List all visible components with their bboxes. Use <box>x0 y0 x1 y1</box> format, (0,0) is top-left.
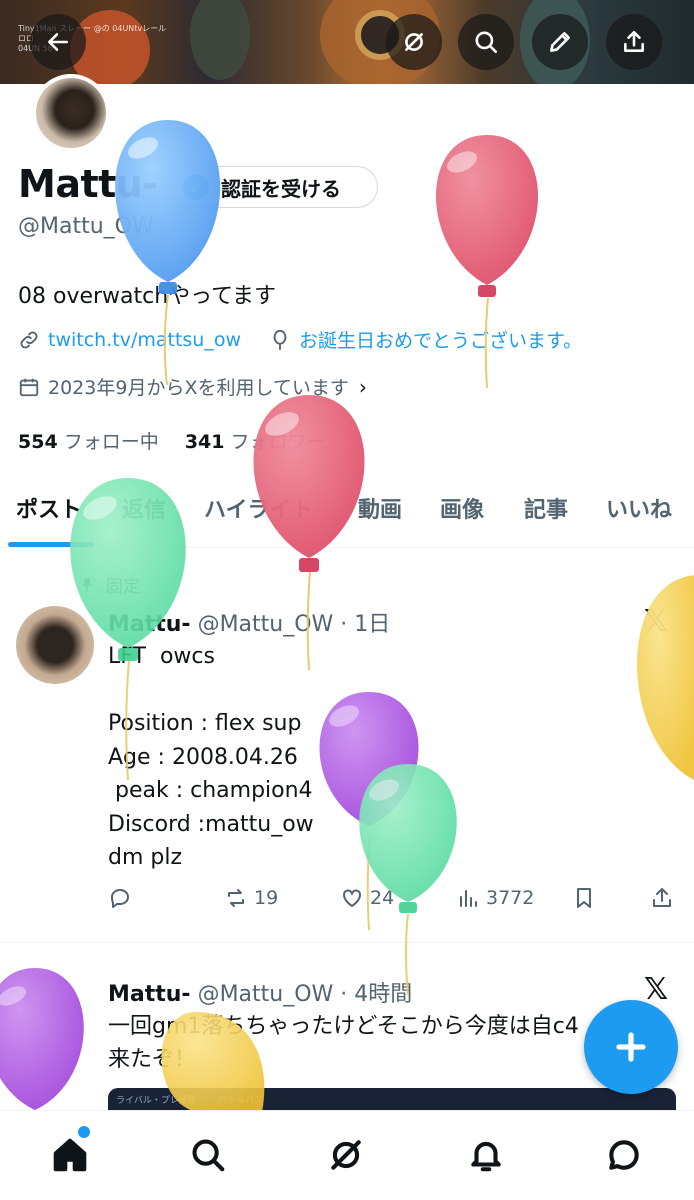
post-text: LFT owcs Position : flex sup Age : 2008.… <box>108 644 314 870</box>
tab-videos[interactable]: 動画 <box>358 492 402 524</box>
link-icon <box>20 331 38 348</box>
nav-home[interactable] <box>48 1133 92 1177</box>
share-icon <box>653 888 671 907</box>
post-header: Mattu- @Mattu_OW · 4時間 <box>108 976 412 1008</box>
view-count: 3772 <box>486 887 535 909</box>
following-label: フォロー中 <box>63 431 159 453</box>
nav-messages[interactable] <box>602 1133 646 1177</box>
pinned-text: 固定 <box>106 577 140 597</box>
follow-counts: 554 フォロー中 341 フォロワー <box>18 427 326 454</box>
post-divider <box>0 942 694 943</box>
tab-articles[interactable]: 記事 <box>524 492 568 524</box>
profile-tabs: ポスト 返信 ハイライト 動画 画像 記事 いいね <box>0 480 694 548</box>
followers-label: フォロワー <box>230 431 326 453</box>
post-actions: 19 24 3772 <box>108 886 678 916</box>
post-avatar[interactable] <box>16 606 94 684</box>
profile-handle: @Mattu_OW <box>18 214 154 239</box>
like-button[interactable]: 24 <box>340 886 394 910</box>
search-button[interactable] <box>458 14 514 70</box>
post-text: 一回gm1落ちちゃったけどそこから今度は自c4来たぞ！ <box>108 1014 579 1072</box>
compose-button[interactable] <box>584 1000 678 1094</box>
nav-grok[interactable] <box>324 1133 368 1177</box>
banner-art <box>190 0 250 80</box>
post-media[interactable]: ライバル・プレイ 概要 バトルパス <box>108 1088 676 1110</box>
heart-icon <box>343 889 361 907</box>
joined-text: 2023年9月からXを利用しています <box>48 377 349 399</box>
joined-date[interactable]: 2023年9月からXを利用しています › <box>18 373 367 400</box>
profile-bio: 08 overwatchやってます <box>18 284 276 309</box>
profile-banner[interactable]: Tiny1Man スレーー @の 04UNtvレール ロロ 04UN 56 <box>0 0 694 84</box>
grok-icon <box>405 33 423 51</box>
post-handle-time[interactable]: @Mattu_OW · 1日 <box>198 612 391 637</box>
reply-button[interactable] <box>108 886 138 910</box>
post-author-name[interactable]: Mattu- <box>108 612 191 637</box>
media-label: 概要 <box>178 1096 197 1106</box>
message-icon <box>609 1140 639 1170</box>
bookmark-button[interactable] <box>572 886 602 910</box>
grok-icon <box>331 1140 361 1170</box>
pinned-label: 固定 <box>78 572 140 597</box>
tab-posts[interactable]: ポスト <box>16 492 82 524</box>
bar-chart-icon <box>460 890 477 907</box>
arrow-left-icon <box>48 33 68 51</box>
back-button[interactable] <box>30 14 86 70</box>
reply-icon <box>111 889 129 908</box>
bell-icon <box>471 1141 501 1172</box>
edit-button[interactable] <box>532 14 588 70</box>
x-logo-icon: 𝕏 <box>644 972 669 1007</box>
balloon-icon <box>273 329 287 350</box>
balloon-purple <box>0 968 84 1110</box>
following-count: 554 <box>18 431 58 453</box>
search-icon <box>192 1139 225 1172</box>
profile-name: Mattu- <box>18 162 158 206</box>
media-label: バトルパス <box>218 1096 264 1106</box>
post-handle-time[interactable]: @Mattu_OW · 4時間 <box>198 982 413 1007</box>
x-logo-icon: 𝕏 <box>644 604 669 639</box>
tab-highlights[interactable]: ハイライト <box>204 492 314 524</box>
pencil-icon <box>550 32 570 52</box>
verified-badge-icon: ✓ <box>183 174 209 200</box>
retweet-icon <box>228 889 244 907</box>
profile-avatar[interactable] <box>32 74 110 152</box>
share-button[interactable] <box>606 14 662 70</box>
profile-link[interactable]: twitch.tv/mattsu_ow <box>48 329 241 351</box>
tab-photos[interactable]: 画像 <box>440 492 484 524</box>
tab-likes[interactable]: いいね <box>606 492 672 524</box>
profile-meta: twitch.tv/mattsu_ow お誕生日おめでとうございます。 <box>18 326 582 353</box>
chevron-right-icon: › <box>358 374 367 399</box>
tab-replies[interactable]: 返信 <box>122 492 166 524</box>
search-icon <box>475 31 498 54</box>
bookmark-icon <box>577 888 591 908</box>
followers-link[interactable]: 341 フォロワー <box>185 431 326 453</box>
bottom-nav <box>0 1110 694 1200</box>
post-header: Mattu- @Mattu_OW · 1日 <box>108 606 390 638</box>
views-button[interactable]: 3772 <box>456 886 534 910</box>
followers-count: 341 <box>184 431 225 453</box>
following-link[interactable]: 554 フォロー中 <box>18 431 159 453</box>
retweet-button[interactable]: 19 <box>224 886 278 910</box>
active-tab-indicator <box>8 542 94 547</box>
birthday-text[interactable]: お誕生日おめでとうございます。 <box>299 326 582 353</box>
home-icon <box>53 1138 87 1172</box>
post-author-name[interactable]: Mattu- <box>108 982 191 1007</box>
post-share-button[interactable] <box>650 886 680 910</box>
grok-button[interactable] <box>386 14 442 70</box>
calendar-icon <box>19 378 39 396</box>
like-count: 24 <box>370 887 395 909</box>
pin-icon <box>82 577 92 592</box>
balloon-green <box>359 764 457 996</box>
plus-icon <box>616 1032 646 1062</box>
share-icon <box>624 30 644 52</box>
get-verified-label: 認証を受ける <box>221 176 341 201</box>
nav-notifications[interactable] <box>464 1133 508 1177</box>
nav-search[interactable] <box>186 1133 230 1177</box>
retweet-count: 19 <box>254 887 279 909</box>
get-verified-button[interactable]: ✓ 認証を受ける <box>162 166 378 208</box>
notification-dot <box>78 1126 90 1138</box>
